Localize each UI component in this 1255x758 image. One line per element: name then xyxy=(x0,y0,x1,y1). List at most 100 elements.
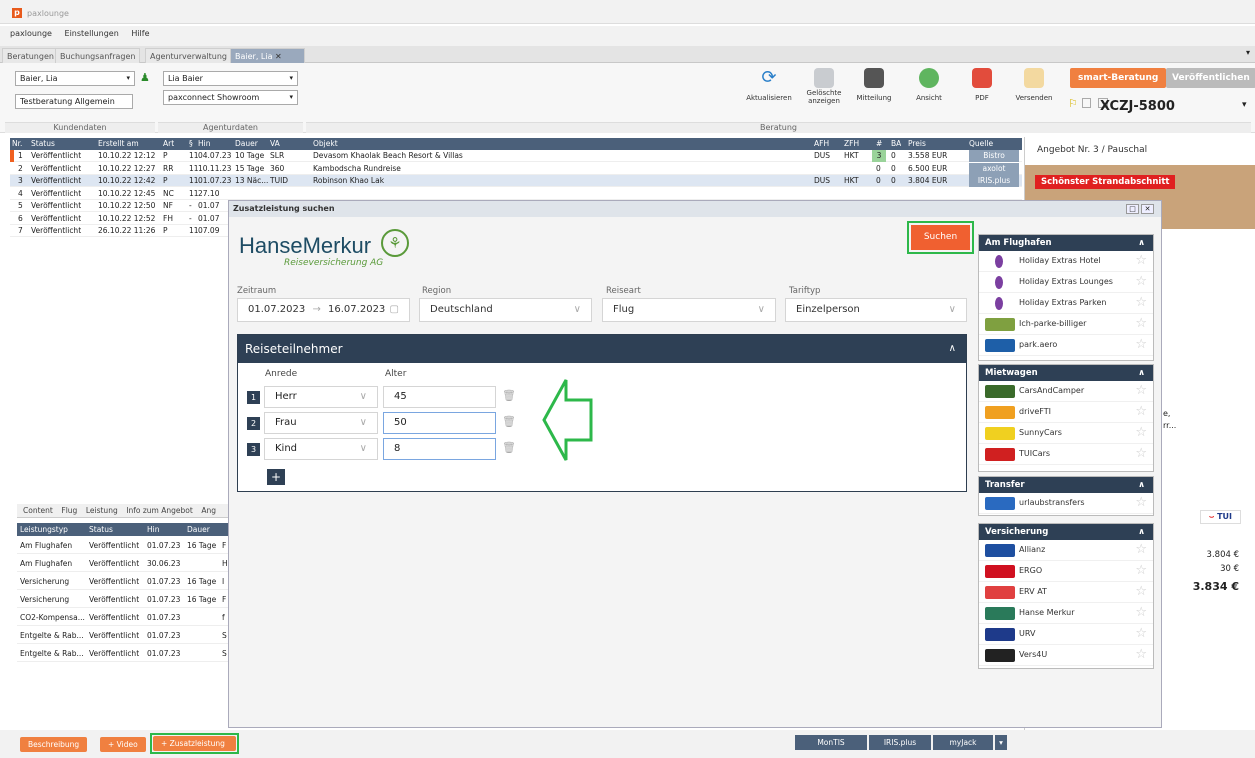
provider-item[interactable]: Ich-parke-billiger ☆ xyxy=(979,314,1153,335)
provider-item[interactable]: urlaubstransfers ☆ xyxy=(979,493,1153,514)
chevron-up-icon[interactable]: ∧ xyxy=(1138,477,1145,493)
star-icon[interactable]: ☆ xyxy=(1135,316,1147,331)
tariftyp-select[interactable]: Einzelperson ∨ xyxy=(785,298,967,322)
trash-icon[interactable]: 🗑 xyxy=(502,415,516,428)
list-item[interactable]: Versicherung Veröffentlicht 01.07.23 16 Tag… xyxy=(17,574,229,590)
zeitraum-input[interactable]: 01.07.2023 → 16.07.2023 ▢ xyxy=(237,298,410,322)
beratung-input[interactable]: Testberatung Allgemein xyxy=(15,94,133,109)
star-icon[interactable]: ☆ xyxy=(1135,253,1147,268)
ansicht-button[interactable]: Ansicht xyxy=(905,68,953,102)
provider-panel-header[interactable]: Mietwagen ∧ xyxy=(979,365,1153,381)
maximize-icon[interactable]: □ xyxy=(1126,204,1139,214)
tab-info[interactable]: Info zum Angebot xyxy=(126,504,193,518)
provider-item[interactable]: ERGO ☆ xyxy=(979,561,1153,582)
provider-item[interactable]: ERV AT ☆ xyxy=(979,582,1153,603)
pdf-button[interactable]: PDF xyxy=(958,68,1006,102)
star-icon[interactable]: ☆ xyxy=(1135,647,1147,662)
chevron-down-icon[interactable]: ▾ xyxy=(1246,48,1250,57)
list-item[interactable]: Am Flughafen Veröffentlicht 30.06.23 H xyxy=(17,556,229,572)
video-button[interactable]: + Video xyxy=(100,737,146,752)
table-row[interactable]: 2 Veröffentlicht 10.10.22 12:27 RR 11 10.11.2… xyxy=(10,162,1022,175)
agentur-select[interactable]: paxconnect Showroom ▾ xyxy=(163,90,298,105)
table-row[interactable]: 3 Veröffentlicht 10.10.22 12:42 P 11 01.07.23… xyxy=(10,175,1022,187)
star-icon[interactable]: ☆ xyxy=(1135,626,1147,641)
star-icon[interactable]: ☆ xyxy=(1135,542,1147,557)
star-icon[interactable]: ☆ xyxy=(1135,425,1147,440)
calendar-icon[interactable]: ▢ xyxy=(390,299,399,321)
mitteilung-button[interactable]: Mitteilung xyxy=(850,68,898,102)
list-item[interactable]: CO2-Kompensa... Veröffentlicht 01.07.23 f xyxy=(17,610,229,626)
menu-hilfe[interactable]: Hilfe xyxy=(131,26,149,42)
provider-item[interactable]: CarsAndCamper ☆ xyxy=(979,381,1153,402)
tab-flug[interactable]: Flug xyxy=(61,504,77,518)
star-icon[interactable]: ☆ xyxy=(1135,337,1147,352)
chevron-down-icon[interactable]: ▾ xyxy=(1242,100,1247,110)
zusatzleistung-button[interactable]: + Zusatzleistung xyxy=(153,736,236,751)
star-icon[interactable]: ☆ xyxy=(1135,404,1147,419)
provider-item[interactable]: SunnyCars ☆ xyxy=(979,423,1153,444)
trash-icon[interactable]: 🗑 xyxy=(502,441,516,454)
versenden-button[interactable]: Versenden xyxy=(1010,68,1058,102)
provider-item[interactable]: Holiday Extras Hotel ☆ xyxy=(979,251,1153,272)
chevron-up-icon[interactable]: ∧ xyxy=(949,335,956,363)
reiseart-select[interactable]: Flug ∨ xyxy=(602,298,776,322)
calculator-icon[interactable] xyxy=(1082,98,1091,108)
menu-einstellungen[interactable]: Einstellungen xyxy=(65,26,119,42)
veroeffentlichen-button[interactable]: Veröffentlichen xyxy=(1166,68,1255,88)
chevron-up-icon[interactable]: ∧ xyxy=(1138,235,1145,251)
list-item[interactable]: Entgelte & Rab... Veröffentlicht 01.07.23 S xyxy=(17,628,229,644)
tab-buchungsanfragen[interactable]: Buchungsanfragen xyxy=(55,48,141,63)
list-item[interactable]: Am Flughafen Veröffentlicht 01.07.23 16 Tag… xyxy=(17,538,229,554)
provider-item[interactable]: TUICars ☆ xyxy=(979,444,1153,465)
anrede-select[interactable]: Herr ∨ xyxy=(264,386,378,408)
star-icon[interactable]: ☆ xyxy=(1135,446,1147,461)
region-select[interactable]: Deutschland ∨ xyxy=(419,298,592,322)
provider-item[interactable]: Holiday Extras Parken ☆ xyxy=(979,293,1153,314)
list-item[interactable]: Entgelte & Rab... Veröffentlicht 01.07.23 S xyxy=(17,646,229,662)
provider-panel-header[interactable]: Am Flughafen ∧ xyxy=(979,235,1153,251)
provider-item[interactable]: driveFTI ☆ xyxy=(979,402,1153,423)
trash-icon[interactable]: 🗑 xyxy=(502,389,516,402)
add-person-button[interactable]: + xyxy=(267,469,285,485)
tab-agenturverwaltung[interactable]: Agenturverwaltung xyxy=(145,48,233,63)
table-row[interactable]: 4 Veröffentlicht 10.10.22 12:45 NC 11 27.10 xyxy=(10,187,1022,200)
provider-item[interactable]: Allianz ☆ xyxy=(979,540,1153,561)
provider-panel-header[interactable]: Transfer ∧ xyxy=(979,477,1153,493)
kunde-select[interactable]: Baier, Lia ▾ xyxy=(15,71,135,86)
star-icon[interactable]: ☆ xyxy=(1135,295,1147,310)
close-icon[interactable]: ✕ xyxy=(1141,204,1154,214)
menu-paxlounge[interactable]: paxlounge xyxy=(10,26,52,42)
star-icon[interactable]: ☆ xyxy=(1135,605,1147,620)
tab-leistung[interactable]: Leistung xyxy=(86,504,118,518)
suchen-button[interactable]: Suchen xyxy=(911,225,970,250)
chevron-up-icon[interactable]: ∧ xyxy=(1138,524,1145,540)
aktualisieren-button[interactable]: ⟳ Aktualisieren xyxy=(745,68,793,103)
star-icon[interactable]: ☆ xyxy=(1135,274,1147,289)
tab-baier-lia[interactable]: Baier, Lia ✕ xyxy=(230,48,305,63)
alter-input[interactable]: 45 xyxy=(383,386,496,408)
tab-ang[interactable]: Ang xyxy=(201,504,216,518)
alter-input[interactable]: 50 xyxy=(383,412,496,434)
reiseteilnehmer-header[interactable]: Reiseteilnehmer ∧ xyxy=(238,335,966,363)
close-icon[interactable]: ✕ xyxy=(275,52,282,61)
flag-icon[interactable]: ⚐ xyxy=(1068,97,1078,110)
star-icon[interactable]: ☆ xyxy=(1135,383,1147,398)
provider-panel-header[interactable]: Versicherung ∧ xyxy=(979,524,1153,540)
anrede-select[interactable]: Frau ∨ xyxy=(264,412,378,434)
table-row[interactable]: 1 Veröffentlicht 10.10.22 12:12 P 11 04.07.23… xyxy=(10,150,1022,162)
star-icon[interactable]: ☆ xyxy=(1135,495,1147,510)
beschreibung-button[interactable]: Beschreibung xyxy=(20,737,88,752)
geloeschte-button[interactable]: Gelöschte anzeigen xyxy=(800,68,848,110)
tab-beratungen[interactable]: Beratungen xyxy=(2,48,59,63)
provider-item[interactable]: URV ☆ xyxy=(979,624,1153,645)
iris-button[interactable]: IRIS.plus xyxy=(869,735,931,750)
montis-button[interactable]: MonTIS xyxy=(795,735,867,750)
agent-select[interactable]: Lia Baier ▾ xyxy=(163,71,298,86)
anrede-select[interactable]: Kind ∨ xyxy=(264,438,378,460)
smart-beratung-button[interactable]: smart-Beratung xyxy=(1070,68,1167,88)
alter-input[interactable]: 8 xyxy=(383,438,496,460)
provider-item[interactable]: park.aero ☆ xyxy=(979,335,1153,356)
provider-item[interactable]: Holiday Extras Lounges ☆ xyxy=(979,272,1153,293)
list-item[interactable]: Versicherung Veröffentlicht 01.07.23 16 Tag… xyxy=(17,592,229,608)
chevron-up-icon[interactable]: ∧ xyxy=(1138,365,1145,381)
